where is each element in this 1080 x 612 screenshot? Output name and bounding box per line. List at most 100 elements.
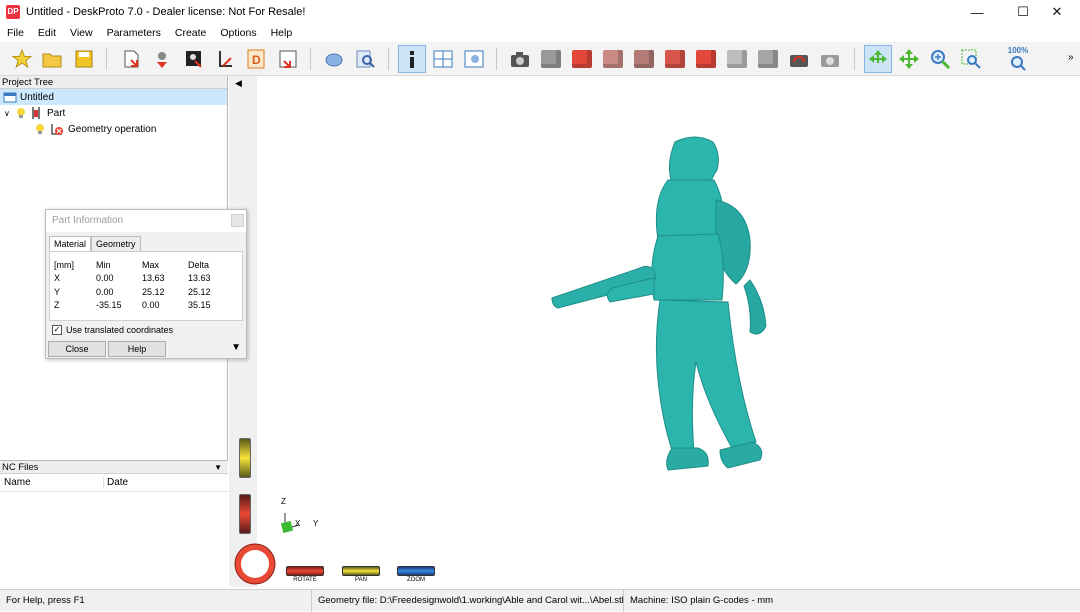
- load-dxf-button[interactable]: D: [242, 45, 270, 73]
- camera-icon: [511, 52, 529, 67]
- part-info-button[interactable]: [398, 45, 426, 73]
- tab-material[interactable]: Material: [49, 236, 92, 252]
- view-back-button[interactable]: [630, 45, 658, 73]
- tree-item-label: Geometry operation: [68, 123, 157, 135]
- table-cell: 0.00: [96, 273, 114, 284]
- camera-rotate-button[interactable]: [785, 45, 813, 73]
- status-bar: For Help, press F1 Geometry file: D:\Fre…: [0, 589, 1080, 612]
- translated-coordinates-checkbox[interactable]: ✓ Use translated coordinates: [52, 325, 173, 335]
- menu-create[interactable]: Create: [168, 27, 214, 39]
- table-cell: Y: [54, 286, 61, 297]
- pan-slider[interactable]: [239, 438, 251, 478]
- table-header: Max: [142, 259, 160, 270]
- save-button[interactable]: [70, 45, 98, 73]
- tree-item-label: Untitled: [20, 91, 54, 103]
- help-button[interactable]: Help: [108, 341, 166, 357]
- view-options-button[interactable]: [460, 45, 488, 73]
- menu-view[interactable]: View: [63, 27, 100, 39]
- checkbox-label: Use translated coordinates: [66, 325, 174, 335]
- window-title: Untitled - DeskProto 7.0 - Dealer licens…: [26, 6, 306, 18]
- magnifier-doc-icon: [356, 50, 375, 68]
- new-project-button[interactable]: [8, 45, 36, 73]
- load-geometry-button[interactable]: [118, 45, 146, 73]
- rotate-slider[interactable]: [239, 494, 251, 534]
- status-geometry-file: Geometry file: D:\Freedesignwold\1.worki…: [312, 589, 624, 612]
- part-information-dialog: Part Information Material Geometry [mm] …: [45, 209, 247, 359]
- view-bottom-button[interactable]: [723, 45, 751, 73]
- new-star-icon: [11, 48, 33, 69]
- table-header: Min: [96, 259, 111, 270]
- menu-options[interactable]: Options: [213, 27, 263, 39]
- table-cell: 0.00: [96, 286, 114, 297]
- layout-button[interactable]: [429, 45, 457, 73]
- view-all-button[interactable]: [754, 45, 782, 73]
- camera-rotate-icon: [790, 55, 808, 67]
- info-icon: [410, 51, 414, 68]
- cube-view-top-icon: [696, 50, 716, 68]
- tab-geometry[interactable]: Geometry: [91, 236, 141, 252]
- nc-files-columns: Name Date: [0, 474, 228, 492]
- close-icon[interactable]: ✕: [1034, 0, 1080, 24]
- project-icon: [3, 92, 17, 103]
- view-options-icon: [464, 50, 484, 68]
- pan-arrows-icon: [899, 49, 919, 69]
- 3d-model[interactable]: [540, 130, 830, 500]
- open-button[interactable]: [38, 45, 66, 73]
- lightbulb-icon[interactable]: [16, 107, 26, 119]
- table-cell: 25.12: [188, 286, 211, 297]
- tree-item-geometry-operation[interactable]: Geometry operation: [0, 121, 227, 137]
- view-top-button[interactable]: [692, 45, 720, 73]
- column-header-date[interactable]: Date: [104, 477, 128, 488]
- add-geometry-button[interactable]: [148, 45, 176, 73]
- toolbar-overflow-icon[interactable]: »: [1068, 52, 1074, 63]
- window-layout-icon: [433, 50, 453, 68]
- dialog-tabs: Material Geometry: [49, 236, 141, 252]
- view-left-button[interactable]: [661, 45, 689, 73]
- view-front-button[interactable]: [568, 45, 596, 73]
- zoom-window-button[interactable]: [957, 45, 985, 73]
- table-row: Y 0.00 25.12 25.12: [50, 285, 242, 299]
- table-cell: 13.63: [188, 273, 211, 284]
- close-button[interactable]: Close: [48, 341, 106, 357]
- minimize-icon[interactable]: —: [954, 0, 1000, 24]
- rotate-control[interactable]: [286, 566, 324, 576]
- checkmark-icon[interactable]: ✓: [52, 325, 62, 335]
- simulate-button[interactable]: [320, 45, 348, 73]
- title-bar: DP Untitled - DeskProto 7.0 - Dealer lic…: [0, 0, 1080, 24]
- zoom-100-button[interactable]: 100%: [1004, 45, 1032, 73]
- zoom-control[interactable]: [397, 566, 435, 576]
- axis-triad-icon: [280, 513, 300, 534]
- view-iso-button[interactable]: [537, 45, 565, 73]
- table-row: Z -35.15 0.00 35.15: [50, 299, 242, 313]
- table-cell: -35.15: [96, 300, 122, 311]
- rotate-mode-button[interactable]: [864, 45, 892, 73]
- view-right-button[interactable]: [599, 45, 627, 73]
- save-as-button[interactable]: [274, 45, 302, 73]
- collapse-panel-icon[interactable]: ◀: [235, 78, 242, 89]
- vector-button[interactable]: [212, 45, 240, 73]
- rotate-control-label: ROTATE: [293, 577, 317, 583]
- chevron-down-icon[interactable]: ∨: [4, 109, 16, 118]
- app-logo-icon: DP: [6, 5, 20, 19]
- menu-help[interactable]: Help: [264, 27, 300, 39]
- expand-arrow-icon[interactable]: ▼: [231, 342, 241, 353]
- dialog-close-icon[interactable]: [231, 214, 244, 227]
- tree-item-part[interactable]: ∨ Part: [0, 105, 227, 121]
- preview-button[interactable]: [351, 45, 379, 73]
- pan-control[interactable]: [342, 566, 380, 576]
- zoom-mode-button[interactable]: [926, 45, 954, 73]
- lightbulb-icon[interactable]: [35, 123, 45, 135]
- tree-item-untitled[interactable]: Untitled: [0, 89, 227, 105]
- camera-reset-icon: [821, 55, 839, 67]
- load-bitmap-button[interactable]: [180, 45, 208, 73]
- camera-reset-button[interactable]: [816, 45, 844, 73]
- pan-mode-button[interactable]: [895, 45, 923, 73]
- menu-file[interactable]: File: [0, 27, 31, 39]
- menu-parameters[interactable]: Parameters: [100, 27, 168, 39]
- dropdown-arrow-icon[interactable]: ▼: [214, 461, 222, 474]
- rotate-dial[interactable]: [233, 542, 279, 586]
- camera-button[interactable]: [506, 45, 534, 73]
- menu-edit[interactable]: Edit: [31, 27, 63, 39]
- cube-view-front-icon: [572, 50, 592, 68]
- column-header-name[interactable]: Name: [0, 477, 104, 488]
